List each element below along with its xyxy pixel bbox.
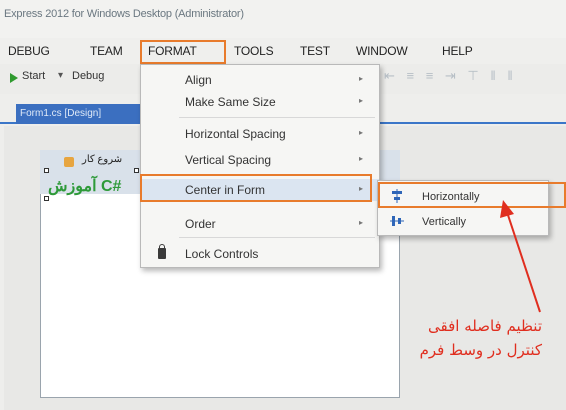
callout-line-2: کنترل در وسط فرم [419, 341, 542, 359]
callout-line-1: تنظیم فاصله افقی [428, 317, 542, 335]
callout-text: تنظیم فاصله افقی کنترل در وسط فرم [322, 314, 542, 362]
